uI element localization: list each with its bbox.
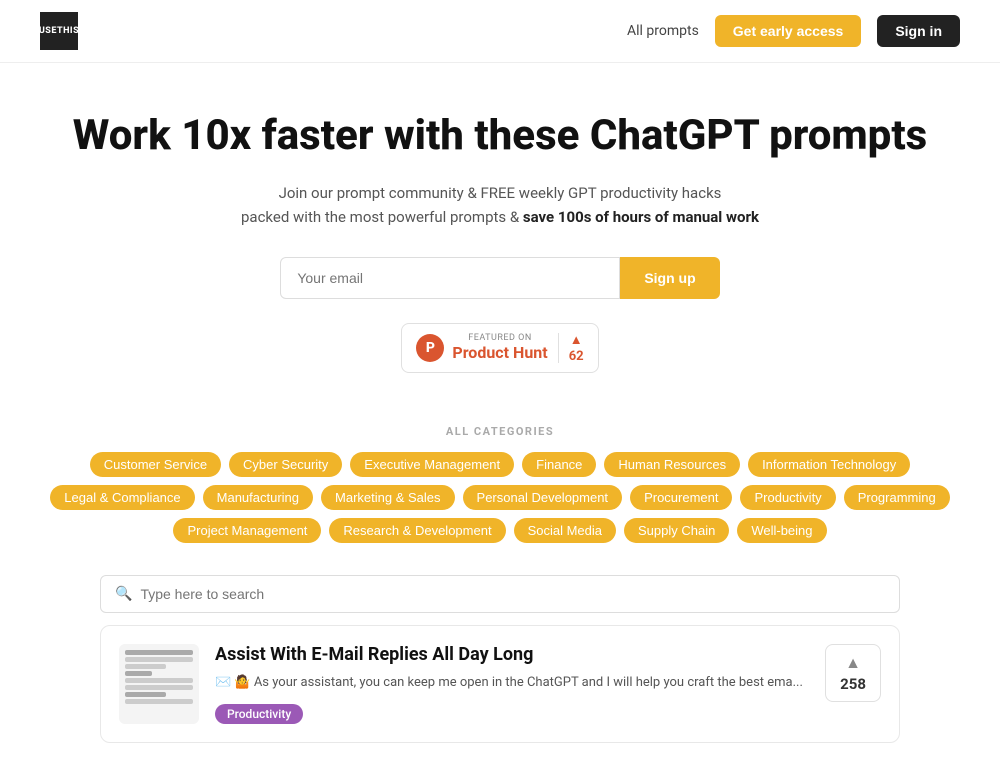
- category-tag[interactable]: Project Management: [173, 518, 321, 543]
- search-section: 🔍: [0, 563, 1000, 625]
- card-description: ✉️ 🤷 As your assistant, you can keep me …: [215, 673, 809, 693]
- tags-container: Customer Service Cyber Security Executive …: [40, 452, 960, 543]
- prompt-card: Assist With E-Mail Replies All Day Long ✉…: [100, 625, 900, 743]
- product-hunt-badge[interactable]: P FEATURED ON Product Hunt ▲ 62: [401, 323, 598, 373]
- category-tag[interactable]: Cyber Security: [229, 452, 342, 477]
- vote-arrow-icon: ▲: [845, 653, 861, 673]
- signup-button[interactable]: Sign up: [620, 257, 719, 299]
- category-tag[interactable]: Manufacturing: [203, 485, 313, 510]
- ph-text: FEATURED ON Product Hunt: [452, 334, 547, 362]
- card-category-tag[interactable]: Productivity: [215, 704, 303, 724]
- nav-right: All prompts Get early access Sign in: [627, 15, 960, 47]
- logo[interactable]: USE THIS: [40, 12, 78, 50]
- navbar: USE THIS All prompts Get early access Si…: [0, 0, 1000, 63]
- search-input[interactable]: [140, 586, 885, 602]
- category-tag[interactable]: Human Resources: [604, 452, 740, 477]
- email-input[interactable]: [280, 257, 620, 299]
- category-tag[interactable]: Well-being: [737, 518, 826, 543]
- signin-button[interactable]: Sign in: [877, 15, 960, 47]
- vote-count: 258: [840, 675, 866, 693]
- category-tag[interactable]: Finance: [522, 452, 596, 477]
- search-box: 🔍: [100, 575, 900, 613]
- category-tag[interactable]: Customer Service: [90, 452, 221, 477]
- all-prompts-link[interactable]: All prompts: [627, 23, 699, 39]
- ph-votes: ▲ 62: [569, 332, 584, 364]
- category-tag[interactable]: Social Media: [514, 518, 616, 543]
- category-tag[interactable]: Programming: [844, 485, 950, 510]
- category-tag[interactable]: Legal & Compliance: [50, 485, 194, 510]
- category-tag[interactable]: Research & Development: [329, 518, 505, 543]
- category-tag[interactable]: Information Technology: [748, 452, 910, 477]
- ph-icon: P: [416, 334, 444, 362]
- get-early-access-button[interactable]: Get early access: [715, 15, 862, 47]
- cards-section: Assist With E-Mail Replies All Day Long ✉…: [0, 625, 1000, 763]
- ph-divider: [558, 333, 559, 363]
- category-tag[interactable]: Procurement: [630, 485, 732, 510]
- categories-label: ALL CATEGORIES: [40, 425, 960, 438]
- ph-arrow-up-icon: ▲: [570, 332, 583, 348]
- card-title: Assist With E-Mail Replies All Day Long: [215, 644, 809, 665]
- category-tag[interactable]: Supply Chain: [624, 518, 729, 543]
- ph-badge-left: P FEATURED ON Product Hunt: [416, 334, 547, 362]
- hero-subtext: Join our prompt community & FREE weekly …: [40, 181, 960, 229]
- search-icon: 🔍: [115, 586, 132, 602]
- categories-section: ALL CATEGORIES Customer Service Cyber Sec…: [0, 425, 1000, 563]
- email-form: Sign up: [40, 257, 960, 299]
- card-body: Assist With E-Mail Replies All Day Long ✉…: [215, 644, 809, 724]
- card-thumbnail: [119, 644, 199, 724]
- hero-headline: Work 10x faster with these ChatGPT promp…: [40, 111, 960, 161]
- category-tag[interactable]: Executive Management: [350, 452, 514, 477]
- hero-section: Work 10x faster with these ChatGPT promp…: [0, 63, 1000, 425]
- category-tag[interactable]: Marketing & Sales: [321, 485, 455, 510]
- category-tag[interactable]: Personal Development: [463, 485, 623, 510]
- category-tag[interactable]: Productivity: [740, 485, 835, 510]
- card-vote-button[interactable]: ▲ 258: [825, 644, 881, 702]
